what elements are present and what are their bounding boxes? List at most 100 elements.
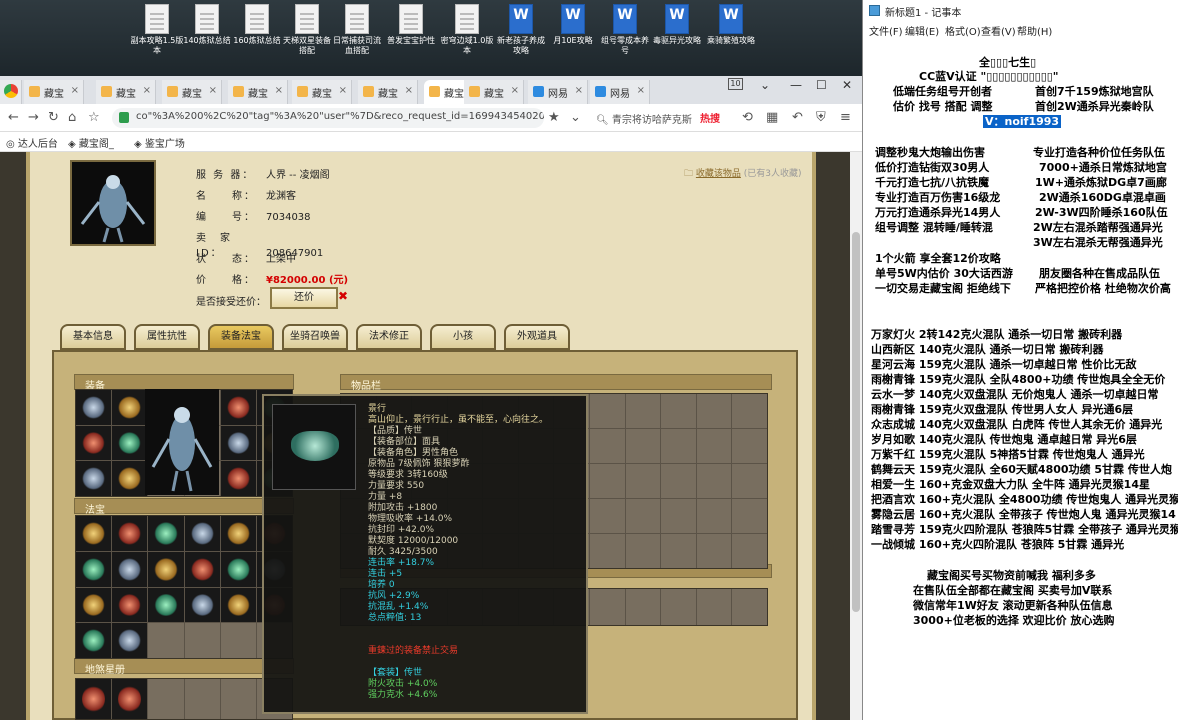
maximize-icon[interactable]: ☐ — [816, 78, 827, 92]
history-icon[interactable]: ⟲ — [742, 110, 753, 125]
item-slot-icon[interactable] — [112, 587, 148, 623]
bookmark-item[interactable]: ◈ 鉴宝广场 — [134, 135, 185, 150]
empty-slot[interactable] — [732, 499, 767, 533]
scrollbar[interactable] — [850, 152, 862, 720]
bookmark-star-icon[interactable]: ☆ — [88, 110, 100, 125]
empty-slot[interactable] — [590, 589, 625, 625]
desktop-file-icon[interactable]: 乘骑繁殖攻略 — [704, 4, 758, 46]
empty-slot[interactable] — [625, 464, 661, 498]
notepad-menu-item[interactable]: 帮助(H) — [1017, 23, 1052, 38]
notepad-text-area[interactable]: 全▯▯▯七生▯ CC蓝V认证 "▯▯▯▯▯▯▯▯▯▯▯" 低端任务组号开创者 首创7千… — [863, 40, 1178, 720]
game-tab[interactable]: 基本信息 — [60, 324, 126, 350]
tab-count-badge[interactable]: 10 — [728, 78, 743, 90]
item-slot-icon[interactable] — [220, 587, 256, 623]
game-tab[interactable]: 小孩 — [430, 324, 496, 350]
minimize-icon[interactable]: — — [790, 78, 802, 92]
item-slot-icon[interactable] — [76, 551, 112, 587]
item-slot-icon[interactable] — [112, 390, 148, 425]
item-slot-icon[interactable] — [148, 587, 184, 623]
item-slot-icon[interactable] — [76, 516, 112, 551]
empty-slot[interactable] — [661, 589, 696, 625]
empty-slot[interactable] — [661, 534, 696, 568]
desktop-file-icon[interactable]: 天梯双星装备搭配 — [280, 4, 334, 56]
item-slot-icon[interactable] — [220, 551, 256, 587]
item-slot-icon[interactable] — [112, 461, 148, 496]
bookmark-item[interactable]: ◎ 达人后台 — [6, 135, 58, 150]
item-slot-icon[interactable] — [112, 551, 148, 587]
game-tab[interactable]: 装备法宝 — [208, 324, 274, 350]
empty-slot[interactable] — [184, 679, 220, 719]
tab-close-icon[interactable]: × — [275, 85, 283, 96]
close-icon[interactable]: ✕ — [842, 78, 852, 92]
empty-slot[interactable] — [220, 679, 256, 719]
forward-icon[interactable]: → — [28, 110, 39, 125]
browser-tab[interactable]: 网易 × — [590, 80, 650, 104]
empty-slot[interactable] — [661, 464, 696, 498]
desktop-file-icon[interactable]: 140炼狱总结 — [180, 4, 234, 46]
tab-close-icon[interactable]: × — [143, 85, 151, 96]
tab-close-icon[interactable]: × — [405, 85, 413, 96]
tab-close-icon[interactable]: × — [71, 85, 79, 96]
item-slot-icon[interactable] — [184, 551, 220, 587]
item-slot-icon[interactable] — [112, 623, 148, 658]
empty-slot[interactable] — [625, 429, 661, 463]
shield-icon[interactable]: ⛨ — [816, 110, 826, 125]
chevron-down-icon[interactable]: ⌄ — [760, 78, 770, 92]
game-tab[interactable]: 坐骑召唤兽 — [282, 324, 348, 350]
desktop-file-icon[interactable]: 新老孩子养成攻略 — [494, 4, 548, 56]
bargain-button[interactable]: 还价 — [270, 287, 338, 309]
desktop-file-icon[interactable]: 月10E攻略 — [546, 4, 600, 46]
empty-slot[interactable] — [732, 429, 767, 463]
item-slot-icon[interactable] — [220, 461, 256, 496]
desktop-file-icon[interactable]: 毒驱异光攻略 — [650, 4, 704, 46]
empty-slot[interactable] — [696, 394, 732, 428]
desktop-file-icon[interactable]: 密穹边域1.0版本 — [440, 4, 494, 56]
game-tab[interactable]: 外观道具 — [504, 324, 570, 350]
empty-slot[interactable] — [625, 589, 661, 625]
empty-slot[interactable] — [661, 499, 696, 533]
grid-icon[interactable]: ▦ — [766, 110, 778, 125]
empty-slot[interactable] — [696, 499, 732, 533]
empty-slot[interactable] — [732, 534, 767, 568]
notepad-menu-item[interactable]: 查看(V) — [981, 23, 1016, 38]
browser-tab[interactable]: 网易 × — [528, 80, 588, 104]
browser-tab[interactable]: 藏宝 × — [358, 80, 418, 104]
tab-close-icon[interactable]: × — [511, 85, 519, 96]
empty-slot[interactable] — [732, 394, 767, 428]
item-slot-icon[interactable] — [76, 390, 112, 425]
item-slot-icon[interactable] — [220, 425, 256, 461]
hot-search-label[interactable]: 热搜 — [700, 110, 720, 125]
browser-tab[interactable]: 藏宝 × — [228, 80, 288, 104]
empty-slot[interactable] — [590, 394, 625, 428]
item-slot-icon[interactable] — [76, 425, 112, 461]
item-slot-icon[interactable] — [220, 516, 256, 551]
desktop-file-icon[interactable]: 160炼狱总结 — [230, 4, 284, 46]
item-slot-icon[interactable] — [184, 516, 220, 551]
item-slot-icon[interactable] — [148, 551, 184, 587]
item-slot-icon[interactable] — [112, 679, 148, 719]
desktop-file-icon[interactable]: 副本攻略1.5版本 — [130, 4, 184, 56]
url-bar[interactable]: co"%3A%200%2C%20"tag"%3A%20"user"%7D&rec… — [112, 108, 544, 128]
desktop-file-icon[interactable]: 日常捕获司流血搭配 — [330, 4, 384, 56]
browser-tab[interactable]: 藏宝 × — [24, 80, 84, 104]
item-slot-icon[interactable] — [76, 461, 112, 496]
notepad-menu-item[interactable]: 编辑(E) — [905, 23, 939, 38]
empty-slot[interactable] — [625, 394, 661, 428]
tab-close-icon[interactable]: × — [339, 85, 347, 96]
reload-icon[interactable]: ↻ — [48, 110, 59, 125]
empty-slot[interactable] — [696, 464, 732, 498]
game-tab[interactable]: 法术修正 — [356, 324, 422, 350]
favorite-link[interactable]: 🗀 收藏该物品 (已有3人收藏) — [684, 166, 802, 182]
scrollbar-thumb[interactable] — [852, 232, 860, 612]
item-slot-icon[interactable] — [112, 425, 148, 461]
desktop-file-icon[interactable]: 组号零成本养号 — [598, 4, 652, 56]
empty-slot[interactable] — [625, 534, 661, 568]
tab-close-icon[interactable]: × — [575, 85, 583, 96]
back-icon[interactable]: ← — [8, 110, 19, 125]
empty-slot[interactable] — [590, 464, 625, 498]
empty-slot[interactable] — [148, 679, 184, 719]
notepad-menu-item[interactable]: 格式(O) — [945, 23, 981, 38]
empty-slot[interactable] — [590, 499, 625, 533]
item-slot-icon[interactable] — [76, 679, 112, 719]
bookmark-item[interactable]: ◈ 藏宝阁_ — [68, 135, 114, 150]
